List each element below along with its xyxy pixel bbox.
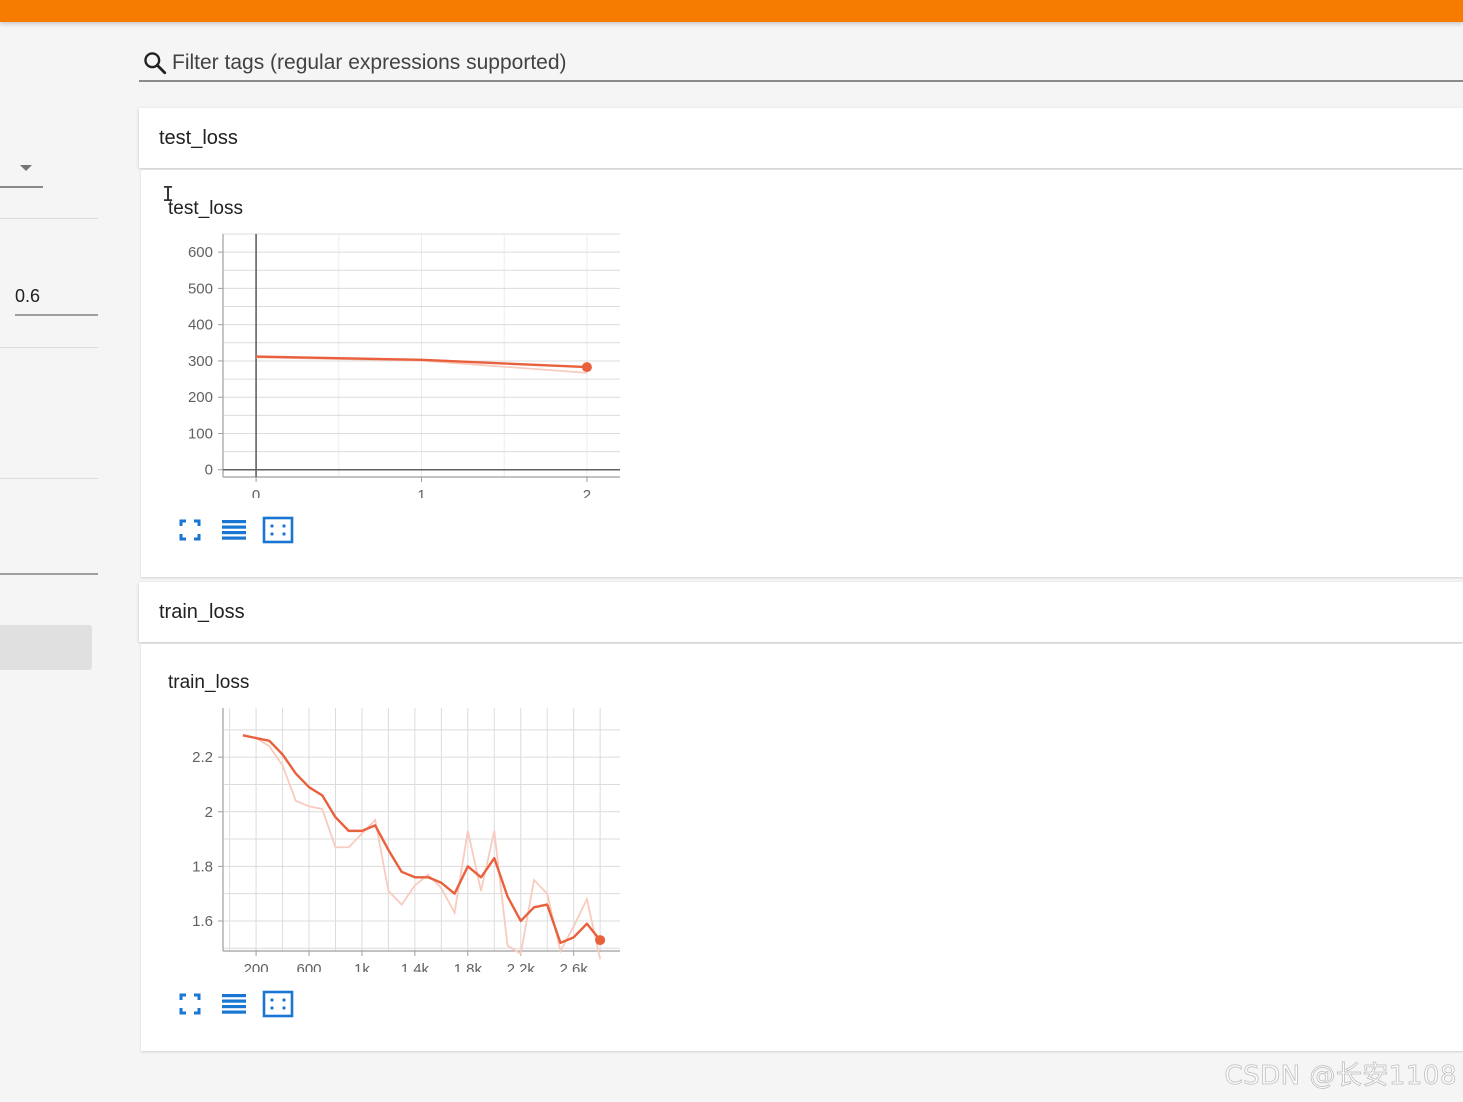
x-tick-label: 0 xyxy=(252,487,260,498)
fit-domain-icon[interactable] xyxy=(262,515,294,545)
chevron-down-icon[interactable] xyxy=(20,165,32,171)
x-tick-label: 2.2k xyxy=(507,961,536,972)
y-tick-label: 600 xyxy=(188,244,213,261)
filter-underline xyxy=(139,80,1463,82)
card-title: test_loss xyxy=(168,198,243,219)
sidebar-select-underline[interactable] xyxy=(0,186,43,188)
test-loss-chart[interactable]: 0 1 2 0 100 200 300 400 500 600 xyxy=(168,228,628,498)
x-tick-label: 1.4k xyxy=(401,961,430,972)
fullscreen-icon[interactable] xyxy=(175,515,205,545)
data-table-icon[interactable] xyxy=(219,515,249,545)
y-tick-label: 300 xyxy=(188,353,213,370)
y-tick-label: 500 xyxy=(188,280,213,297)
x-tick-label: 1.8k xyxy=(454,961,483,972)
x-tick-label: 600 xyxy=(297,961,322,972)
last-point-marker xyxy=(595,935,606,946)
y-tick-label: 400 xyxy=(188,317,213,334)
text-cursor-icon: I xyxy=(162,182,175,206)
search-icon xyxy=(144,52,167,75)
sidebar-divider xyxy=(0,218,98,219)
smoothing-input-underline xyxy=(15,314,98,316)
card-title: train_loss xyxy=(168,672,250,693)
smoothing-value-input[interactable]: 0.6 xyxy=(15,286,40,307)
pane-title: train_loss xyxy=(159,601,245,623)
sidebar-divider xyxy=(0,347,98,348)
sidebar-button[interactable] xyxy=(0,625,92,670)
pane-header-test-loss[interactable]: test_loss xyxy=(139,108,1463,168)
fit-domain-icon[interactable] xyxy=(262,989,294,1019)
last-point-marker xyxy=(581,362,592,373)
pane-title: test_loss xyxy=(159,127,238,149)
y-tick-label: 1.6 xyxy=(192,913,213,930)
filter-tags-input[interactable] xyxy=(172,48,1452,78)
x-tick-label: 2.6k xyxy=(560,961,589,972)
y-tick-label: 2.2 xyxy=(192,749,213,766)
train-loss-chart[interactable]: 200 600 1k 1.4k 1.8k 2.2k 2.6k 1.6 1.8 2 2.2 xyxy=(168,702,628,972)
y-tick-label: 100 xyxy=(188,425,213,442)
y-tick-label: 200 xyxy=(188,389,213,406)
tag-filter xyxy=(139,44,1463,82)
y-tick-label: 2 xyxy=(205,804,213,821)
x-tick-label: 2 xyxy=(583,487,591,498)
x-tick-label: 200 xyxy=(244,961,269,972)
y-tick-label: 0 xyxy=(205,462,213,479)
sidebar-divider xyxy=(0,478,98,479)
watermark: CSDN @长安1108 xyxy=(1224,1061,1457,1092)
top-app-bar xyxy=(0,0,1463,22)
y-tick-label: 1.8 xyxy=(192,858,213,875)
raw-series-line xyxy=(242,734,602,960)
data-table-icon[interactable] xyxy=(219,989,249,1019)
pane-header-train-loss[interactable]: train_loss xyxy=(139,582,1463,642)
sidebar-field-underline[interactable] xyxy=(0,573,98,575)
x-tick-label: 1k xyxy=(354,961,370,972)
x-tick-label: 1 xyxy=(417,487,425,498)
fullscreen-icon[interactable] xyxy=(175,989,205,1019)
